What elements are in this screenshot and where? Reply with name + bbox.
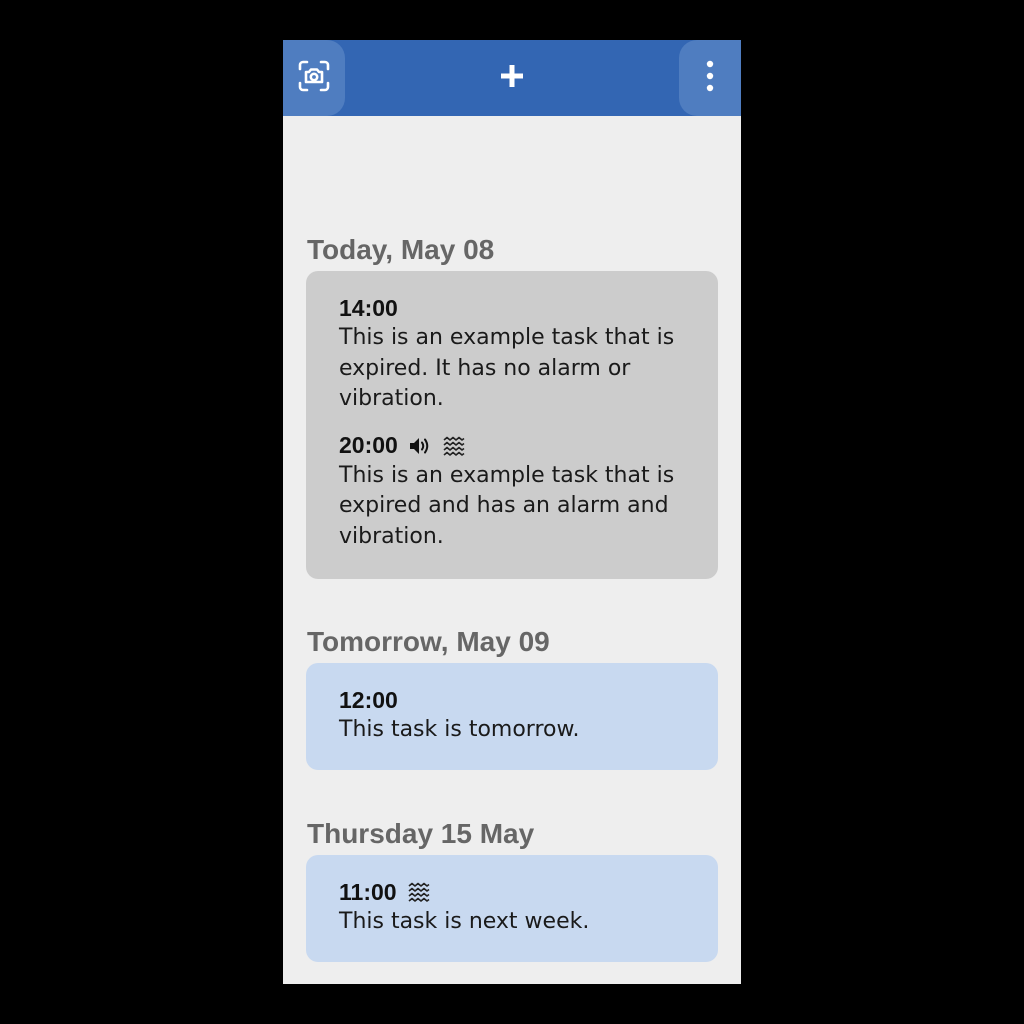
camera-scan-button[interactable] [283, 40, 345, 116]
task-time: 11:00 [339, 878, 397, 905]
task-time: 12:00 [339, 686, 398, 713]
task-time-row: 12:00 [339, 685, 694, 715]
vibration-wave-icon [442, 435, 466, 457]
task-time-row: 20:00 [339, 431, 694, 461]
task-description: This task is tomorrow. [339, 717, 580, 742]
app-screen: Today, May 08 14:00 This is an example t… [283, 40, 741, 984]
plus-icon [499, 63, 525, 93]
add-task-button[interactable] [481, 40, 543, 116]
overflow-menu-button[interactable] [679, 40, 741, 116]
more-vertical-icon [705, 59, 715, 97]
task-group-card-thursday[interactable]: 11:00 This task is next week. [306, 855, 718, 962]
task-item[interactable]: 20:00 This is an example task that is ex… [339, 431, 694, 553]
section-header-today: Today, May 08 [307, 234, 495, 265]
section-header-tomorrow: Tomorrow, May 09 [307, 626, 550, 657]
vibration-wave-icon [407, 881, 431, 903]
task-description: This is an example task that is expired … [339, 462, 675, 549]
task-list: Today, May 08 14:00 This is an example t… [283, 116, 741, 984]
task-time: 20:00 [339, 432, 398, 458]
top-toolbar [283, 40, 741, 116]
task-time: 14:00 [339, 294, 398, 321]
task-time-row: 14:00 [339, 293, 694, 323]
section-header-thursday: Thursday 15 May [307, 818, 535, 849]
task-group-card-tomorrow[interactable]: 12:00 This task is tomorrow. [306, 663, 718, 770]
alarm-speaker-icon [408, 435, 432, 457]
task-time-row: 11:00 [339, 877, 694, 907]
task-group-card-today[interactable]: 14:00 This is an example task that is ex… [306, 271, 718, 579]
task-item[interactable]: 12:00 This task is tomorrow. [339, 685, 694, 746]
task-description: This is an example task that is expired.… [339, 325, 675, 411]
task-item[interactable]: 11:00 This task is next week. [339, 877, 694, 938]
task-item[interactable]: 14:00 This is an example task that is ex… [339, 293, 694, 415]
camera-scan-icon [297, 59, 331, 97]
task-description: This task is next week. [339, 909, 590, 934]
